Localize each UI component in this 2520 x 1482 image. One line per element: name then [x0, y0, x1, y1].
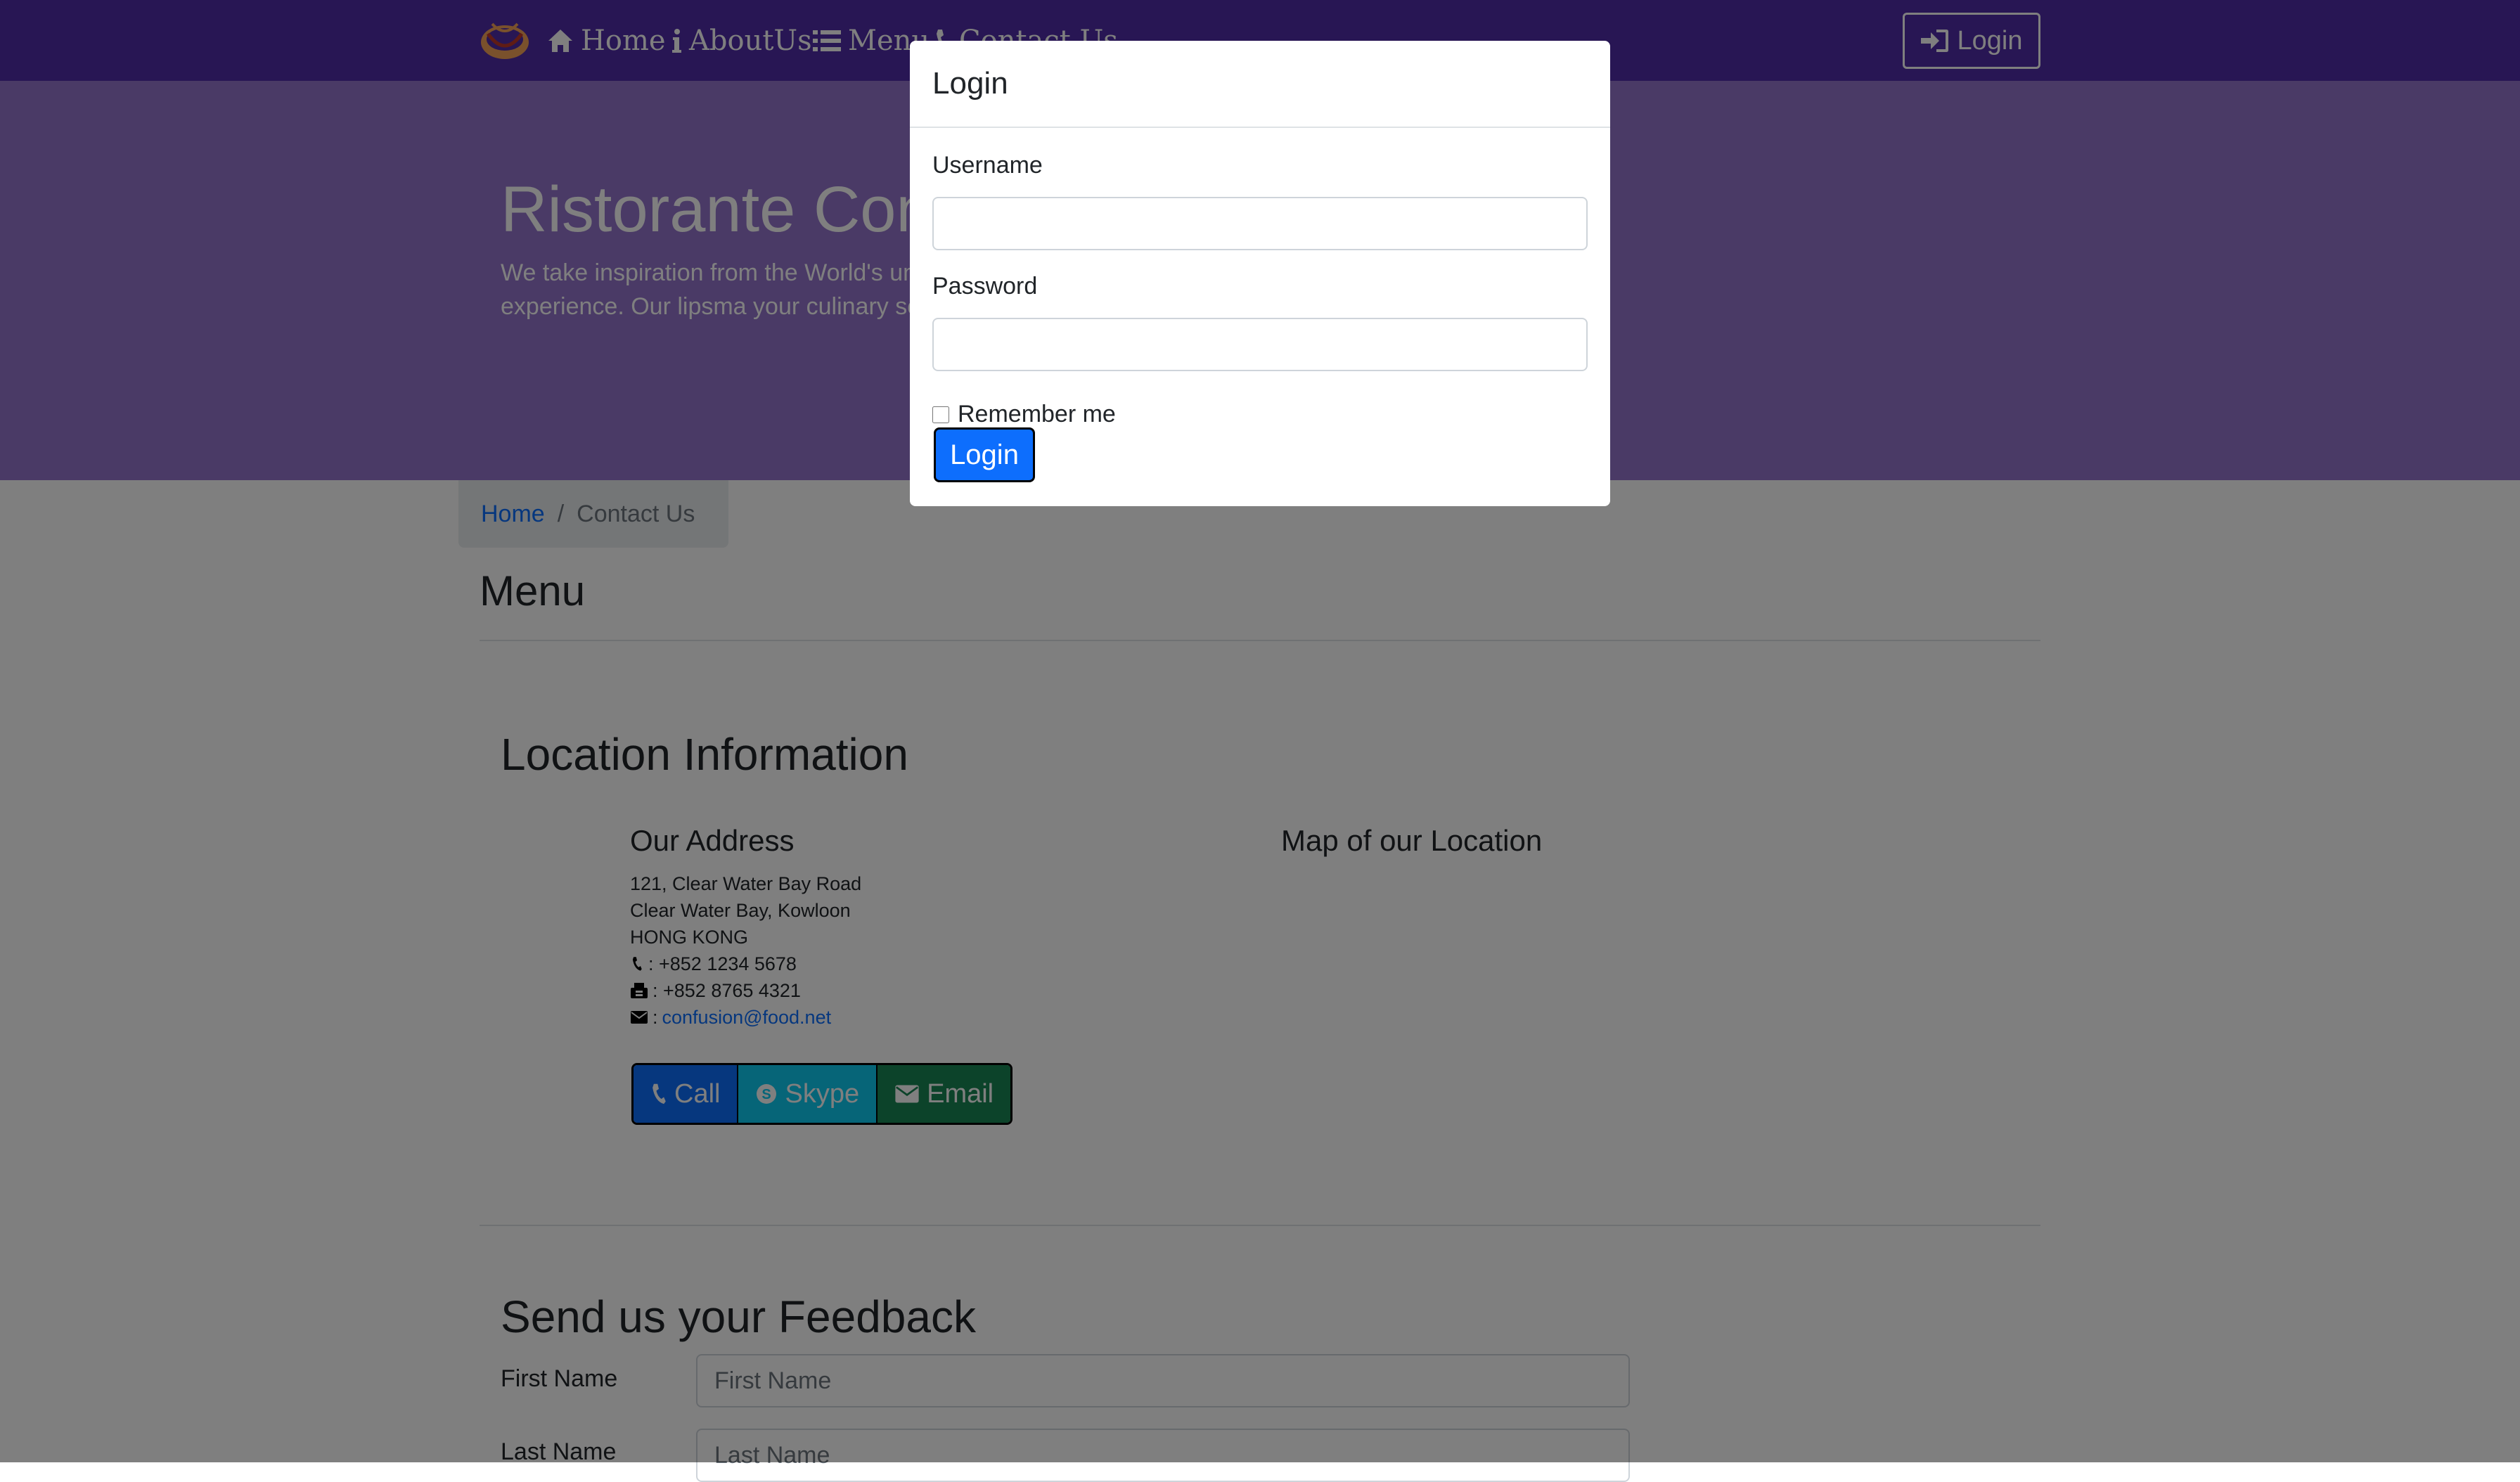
password-label: Password	[932, 273, 1038, 299]
page: Home AboutUs Menu Contact Us Login Risto…	[0, 0, 2520, 1482]
remember-me-label: Remember me	[958, 401, 1116, 427]
modal-login-button[interactable]: Login	[934, 427, 1035, 482]
password-input[interactable]	[932, 318, 1588, 371]
username-input[interactable]	[932, 197, 1588, 250]
remember-me: Remember me	[932, 401, 1116, 428]
login-modal: Login Username Password Remember me Logi…	[910, 41, 1610, 506]
username-label: Username	[932, 152, 1043, 179]
modal-header: Login	[910, 41, 1610, 128]
modal-title: Login	[932, 66, 1008, 101]
remember-me-checkbox[interactable]	[932, 406, 949, 423]
